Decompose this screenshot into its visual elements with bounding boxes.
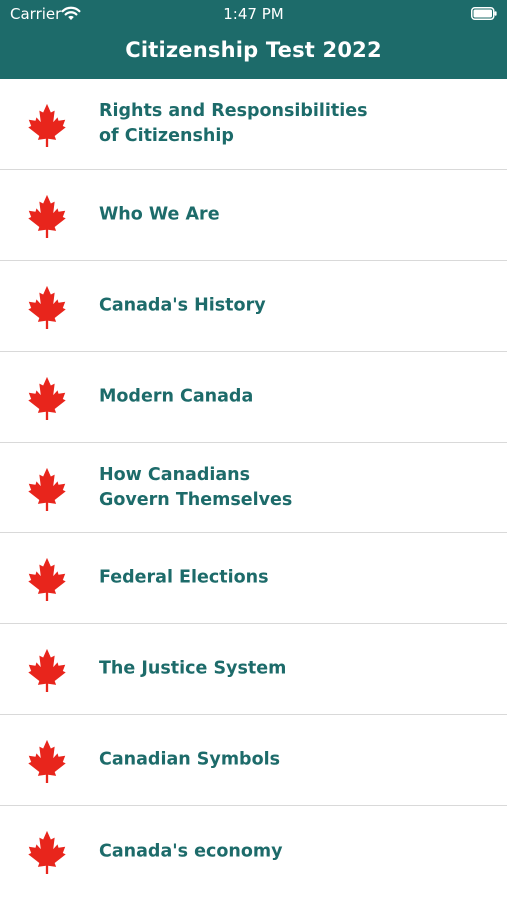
app-screen: Carrier 1:47 PM Citizenship Test 2022 Ri…: [0, 0, 507, 900]
topic-row[interactable]: Canadian Symbols: [0, 715, 507, 807]
maple-leaf-icon: [28, 740, 66, 784]
status-bar: Carrier 1:47 PM: [0, 0, 507, 28]
topic-label: Who We Are: [99, 204, 220, 225]
topic-row[interactable]: How Canadians Govern Themselves: [0, 443, 507, 534]
topic-label: The Justice System: [99, 658, 287, 679]
maple-leaf-icon: [28, 831, 66, 875]
clock: 1:47 PM: [223, 5, 284, 23]
topic-row[interactable]: The Justice System: [0, 624, 507, 716]
maple-leaf-icon: [28, 376, 66, 420]
topic-row[interactable]: Federal Elections: [0, 533, 507, 625]
maple-leaf-icon: [28, 467, 66, 511]
page-title: Citizenship Test 2022: [125, 38, 382, 62]
topic-label: Rights and Responsibilities of Citizensh…: [99, 100, 368, 146]
topic-row[interactable]: Modern Canada: [0, 352, 507, 443]
topic-row[interactable]: Canada's History: [0, 261, 507, 352]
topic-label: Modern Canada: [99, 386, 254, 407]
topic-row[interactable]: Who We Are: [0, 170, 507, 261]
maple-leaf-icon: [28, 103, 66, 148]
battery-icon: [471, 7, 497, 20]
topic-label: Canada's economy: [99, 841, 283, 862]
maple-leaf-icon: [28, 194, 66, 238]
maple-leaf-icon: [28, 649, 66, 693]
topic-label: Federal Elections: [99, 567, 269, 588]
topic-row[interactable]: Canada's economy: [0, 806, 507, 897]
topic-label: How Canadians Govern Themselves: [99, 464, 293, 510]
maple-leaf-icon: [28, 558, 66, 602]
maple-leaf-icon: [28, 285, 66, 329]
topic-label: Canada's History: [99, 295, 266, 316]
topic-row[interactable]: Rights and Responsibilities of Citizensh…: [0, 79, 507, 170]
topic-list: Rights and Responsibilities of Citizensh…: [0, 79, 507, 897]
top-bar: Carrier 1:47 PM Citizenship Test 2022: [0, 0, 507, 79]
topic-label: Canadian Symbols: [99, 749, 281, 770]
